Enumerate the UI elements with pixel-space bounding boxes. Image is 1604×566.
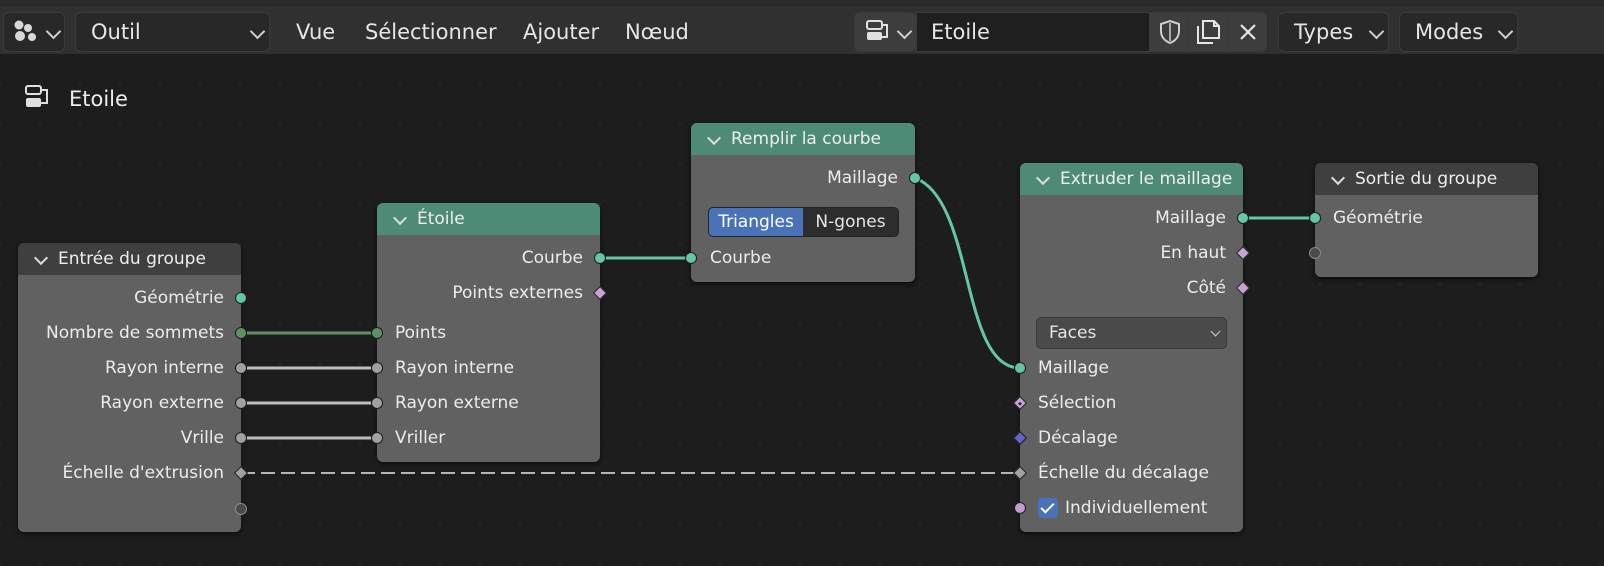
socket-int-in[interactable] xyxy=(371,327,383,339)
socket-label: En haut xyxy=(1160,243,1226,263)
socket-label: Géométrie xyxy=(134,288,224,308)
node-title: Remplir la courbe xyxy=(731,129,882,149)
chevron-down-icon xyxy=(1330,170,1346,186)
socket-geometry-out[interactable] xyxy=(235,292,247,304)
node-title: Sortie du groupe xyxy=(1355,169,1498,189)
socket-label: Maillage xyxy=(1038,358,1109,378)
socket-float-out[interactable] xyxy=(235,432,247,444)
socket-virtual-in[interactable] xyxy=(1309,247,1321,259)
socket-geometry-in[interactable] xyxy=(1309,212,1321,224)
socket-label: Rayon externe xyxy=(395,393,519,413)
individual-label: Individuellement xyxy=(1065,498,1208,518)
socket-float-out[interactable] xyxy=(235,397,247,409)
socket-label: Géométrie xyxy=(1333,208,1423,228)
socket-curve-in[interactable] xyxy=(685,252,697,264)
socket-label: Côté xyxy=(1186,278,1226,298)
node-header[interactable]: Extruder le maillage xyxy=(1020,163,1243,195)
socket-label: Rayon interne xyxy=(395,358,515,378)
socket-label: Vriller xyxy=(395,428,446,448)
chevron-down-icon xyxy=(1035,170,1051,186)
node-title: Entrée du groupe xyxy=(58,249,206,269)
node-title: Extruder le maillage xyxy=(1060,169,1233,189)
socket-label: Vrille xyxy=(180,428,224,448)
fill-mode-selector[interactable]: Triangles N-gones xyxy=(708,207,899,237)
fill-mode-triangles[interactable]: Triangles xyxy=(709,208,803,236)
socket-float-out[interactable] xyxy=(235,362,247,374)
node-header[interactable]: Entrée du groupe xyxy=(18,243,241,275)
socket-virtual-out[interactable] xyxy=(235,503,247,515)
socket-label: Sélection xyxy=(1038,393,1117,413)
socket-label: Rayon externe xyxy=(100,393,224,413)
socket-label: Points xyxy=(395,323,447,343)
socket-mesh-in[interactable] xyxy=(1014,362,1026,374)
extrude-mode-value: Faces xyxy=(1049,323,1097,343)
link-fill-to-extrude xyxy=(914,176,1021,370)
node-group-input[interactable]: Entrée du groupe xyxy=(18,243,241,532)
fill-mode-ngons[interactable]: N-gones xyxy=(803,208,898,236)
socket-float-in[interactable] xyxy=(371,362,383,374)
node-title: Étoile xyxy=(417,209,465,229)
chevron-down-icon xyxy=(392,210,408,226)
socket-label: Échelle du décalage xyxy=(1038,463,1210,483)
socket-label: Rayon interne xyxy=(104,358,224,378)
socket-bool-in[interactable] xyxy=(1014,502,1026,514)
socket-label: Courbe xyxy=(710,248,772,268)
socket-mesh-out[interactable] xyxy=(1237,212,1249,224)
socket-label: Points externes xyxy=(452,283,583,303)
chevron-down-icon xyxy=(1210,326,1221,337)
node-header[interactable]: Remplir la courbe xyxy=(691,123,915,155)
socket-int-out[interactable] xyxy=(235,327,247,339)
socket-label: Maillage xyxy=(827,168,898,188)
node-header[interactable]: Sortie du groupe xyxy=(1315,163,1538,195)
socket-label: Décalage xyxy=(1038,428,1118,448)
socket-float-in[interactable] xyxy=(371,397,383,409)
socket-mesh-out[interactable] xyxy=(909,172,921,184)
chevron-down-icon xyxy=(33,250,49,266)
extrude-mode-dropdown[interactable]: Faces xyxy=(1036,317,1227,349)
individual-checkbox[interactable] xyxy=(1038,498,1058,518)
socket-float-in[interactable] xyxy=(371,432,383,444)
socket-label: Courbe xyxy=(521,248,583,268)
chevron-down-icon xyxy=(706,130,722,146)
node-header[interactable]: Étoile xyxy=(377,203,600,235)
socket-curve-out[interactable] xyxy=(594,252,606,264)
socket-label: Échelle d'extrusion xyxy=(62,463,225,483)
socket-label: Nombre de sommets xyxy=(46,323,224,343)
socket-label: Maillage xyxy=(1155,208,1226,228)
